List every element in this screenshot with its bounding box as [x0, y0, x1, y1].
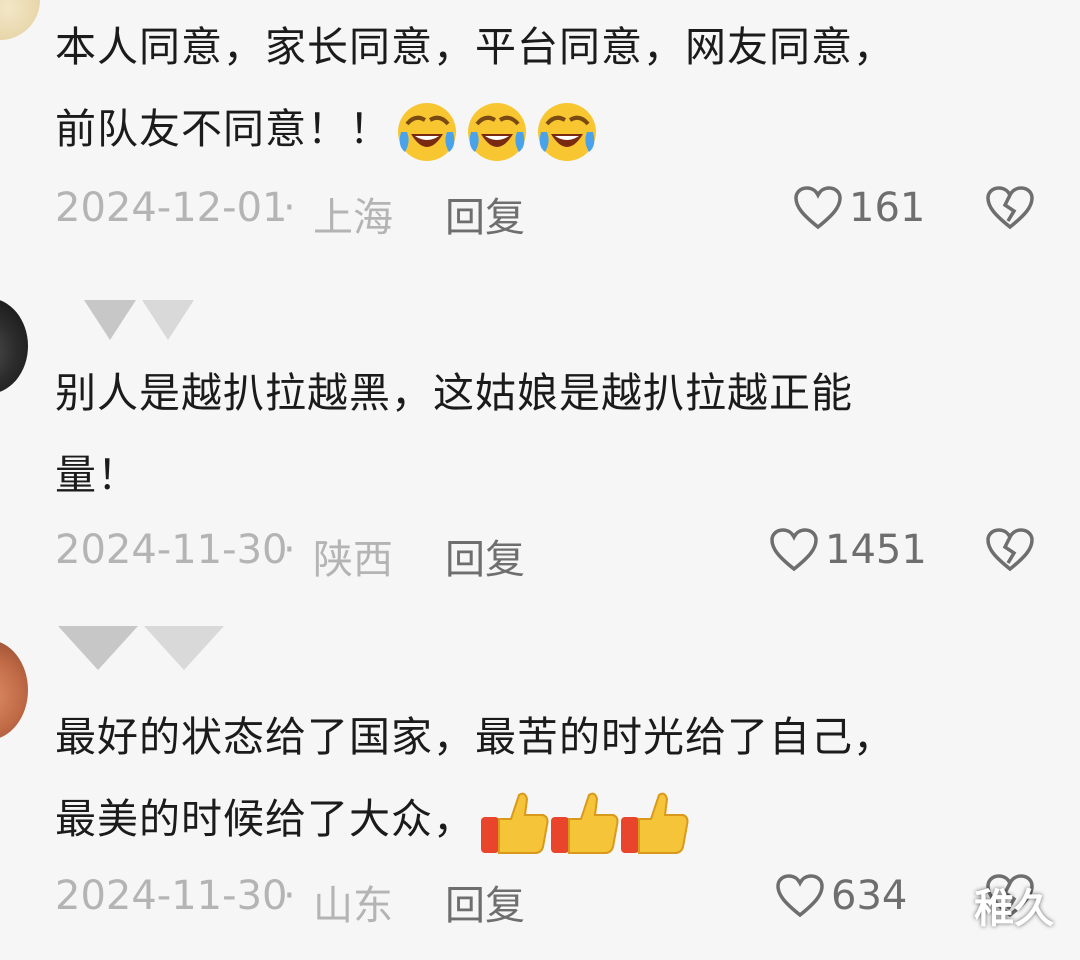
avatar[interactable]	[0, 640, 28, 740]
avatar[interactable]	[0, 0, 40, 40]
username-masked[interactable]	[58, 626, 224, 670]
comment-meta: 2024-12-01 · 上海 回复 161	[55, 185, 1055, 241]
meta-separator: ·	[283, 185, 296, 231]
comment-line: 本人同意，家长同意，平台同意，网友同意，	[55, 23, 895, 71]
reply-button[interactable]: 回复	[445, 185, 525, 243]
comment-text: 别人是越扒拉越黑，这姑娘是越扒拉越正能 量！	[55, 352, 1015, 516]
meta-separator: ·	[283, 527, 296, 573]
like-count: 634	[831, 873, 908, 919]
reply-button[interactable]: 回复	[445, 873, 525, 931]
watermark: 稚久	[974, 886, 1054, 932]
comment-line: 量！	[55, 451, 139, 499]
laugh-cry-emoji	[395, 100, 603, 164]
like-button[interactable]: 161	[793, 185, 925, 231]
comment-text: 本人同意，家长同意，平台同意，网友同意， 前队友不同意！！	[55, 6, 1015, 170]
broken-heart-icon	[986, 528, 1034, 572]
avatar[interactable]	[0, 298, 28, 394]
comment-text: 最好的状态给了国家，最苦的时光给了自己， 最美的时候给了大众，	[55, 696, 1015, 860]
broken-heart-icon	[986, 186, 1034, 230]
comment-line: 最好的状态给了国家，最苦的时光给了自己，	[55, 713, 895, 761]
comment-meta: 2024-11-30 · 陕西 回复 1451	[55, 527, 1055, 583]
like-count: 161	[849, 185, 926, 231]
comment-line: 别人是越扒拉越黑，这姑娘是越扒拉越正能	[55, 369, 853, 417]
comment-date: 2024-11-30	[55, 873, 288, 919]
comment-date: 2024-11-30	[55, 527, 288, 573]
dislike-button[interactable]	[985, 185, 1035, 241]
comment-meta: 2024-11-30 · 山东 回复 634	[55, 873, 1055, 929]
like-button[interactable]: 1451	[769, 527, 927, 573]
heart-icon	[776, 874, 824, 918]
like-count: 1451	[825, 527, 927, 573]
meta-separator: ·	[283, 873, 296, 919]
heart-icon	[794, 186, 842, 230]
like-button[interactable]: 634	[775, 873, 907, 919]
username-masked[interactable]	[84, 300, 194, 340]
reply-button[interactable]: 回复	[445, 527, 525, 585]
comment-line: 最美的时候给了大众，	[55, 778, 1015, 860]
comment-location: 陕西	[313, 537, 393, 583]
comment-date: 2024-12-01	[55, 185, 288, 231]
comment-location: 山东	[313, 883, 393, 929]
heart-icon	[770, 528, 818, 572]
comment-location: 上海	[313, 195, 393, 241]
dislike-button[interactable]	[985, 527, 1035, 583]
thumbs-up-emoji	[479, 787, 691, 857]
comment-line: 前队友不同意！！	[55, 88, 1015, 170]
